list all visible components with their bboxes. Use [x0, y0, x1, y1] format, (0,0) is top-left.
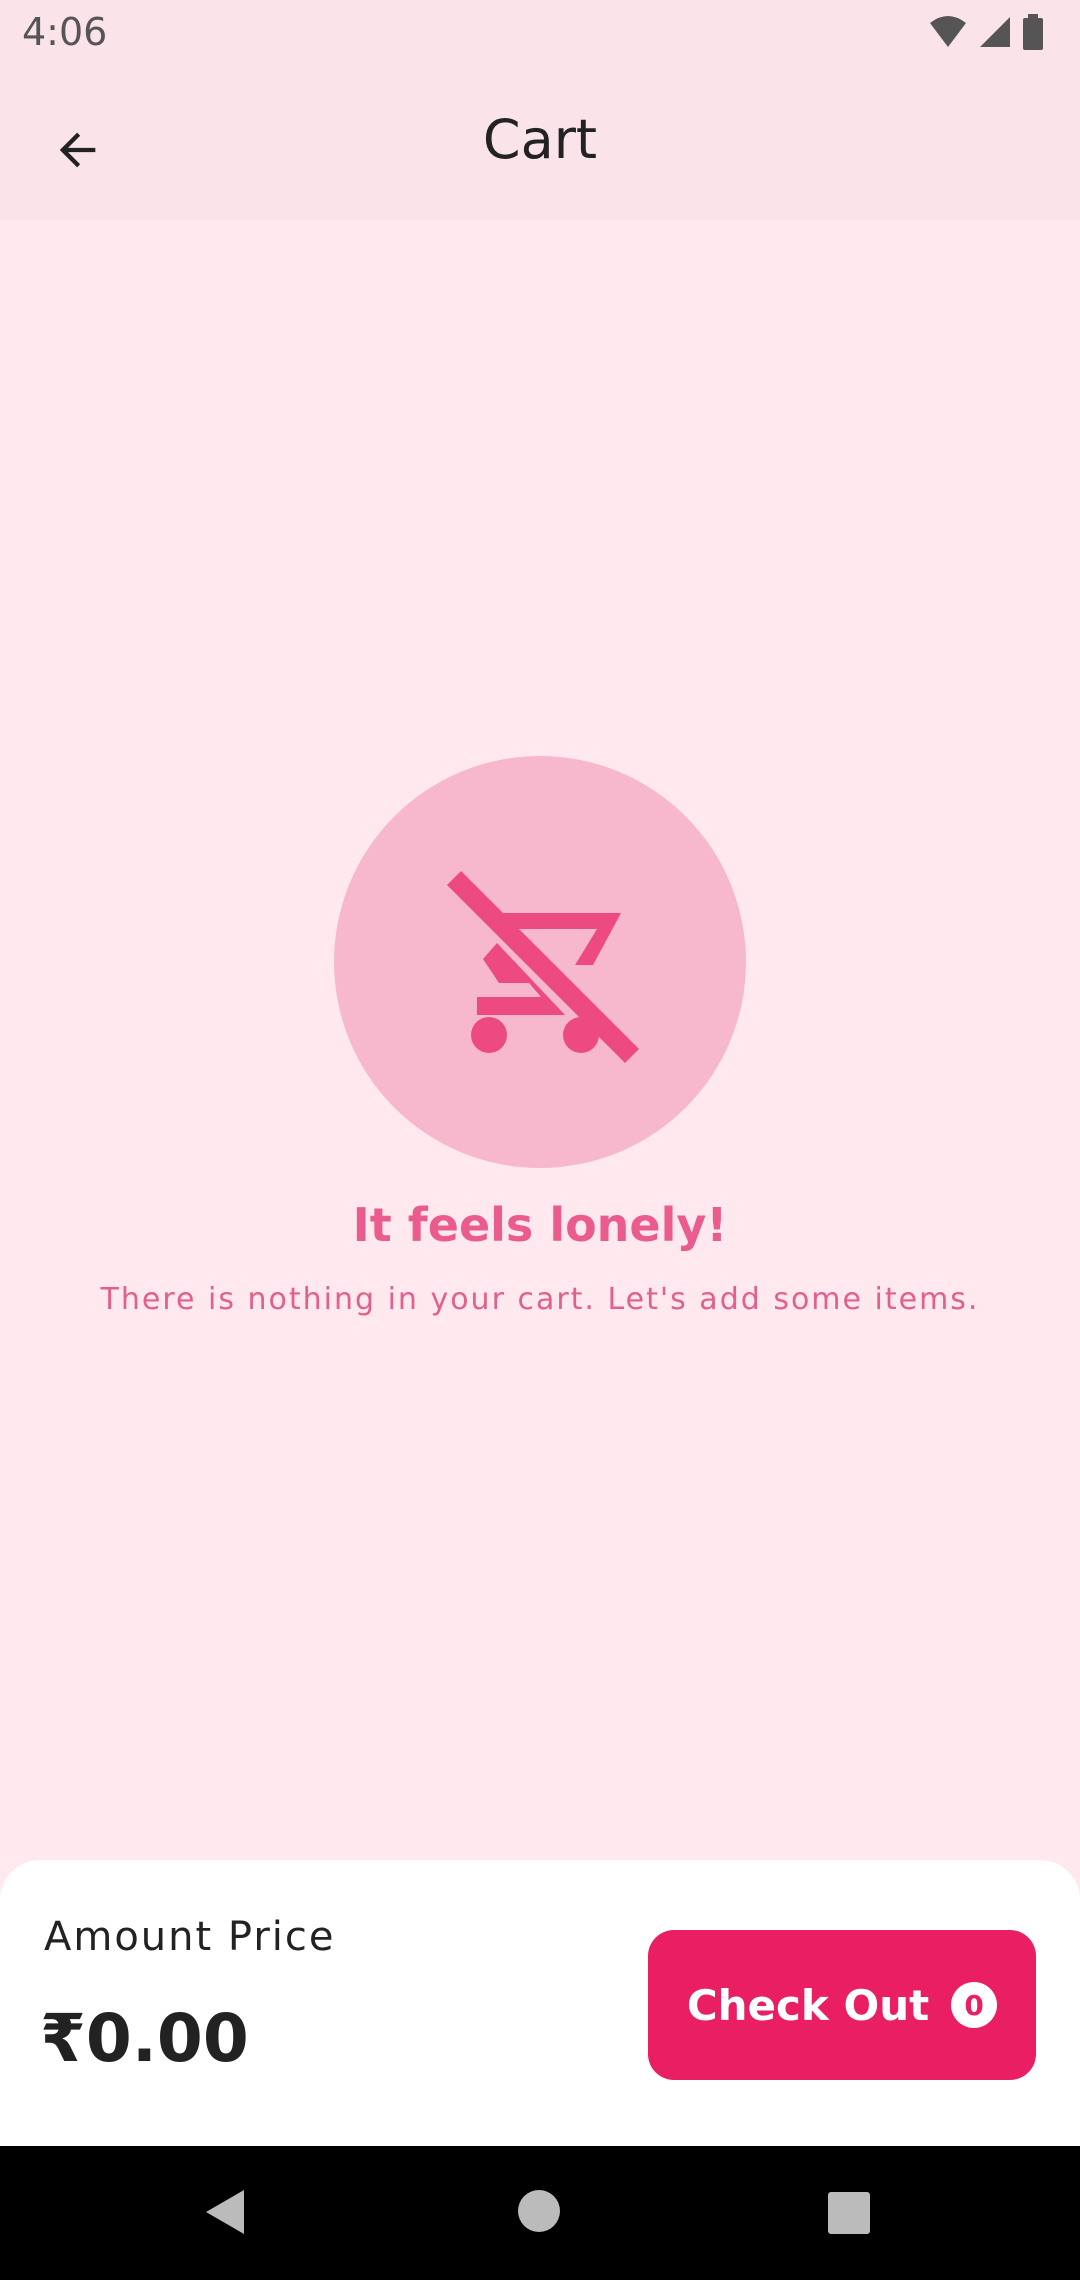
- empty-state-title: It feels lonely!: [352, 1198, 728, 1252]
- wifi-icon: [930, 16, 966, 47]
- nav-back-icon[interactable]: [204, 2188, 248, 2236]
- remove-shopping-cart-icon: [447, 871, 639, 1063]
- nav-recents-icon[interactable]: [828, 2192, 870, 2234]
- nav-home-icon[interactable]: [518, 2190, 560, 2232]
- system-nav-bar: [0, 2146, 1080, 2280]
- battery-icon: [1023, 14, 1043, 50]
- status-icons: [928, 14, 1044, 50]
- empty-cart-illustration: [334, 756, 746, 1168]
- checkout-panel: Amount Price ₹0.00 Check Out 0: [0, 1860, 1080, 2146]
- empty-state-subtitle: There is nothing in your cart. Let's add…: [100, 1282, 980, 1317]
- checkout-label: Check Out: [686, 1980, 930, 2030]
- cell-signal-icon: [980, 17, 1010, 47]
- checkout-button[interactable]: Check Out 0: [648, 1930, 1036, 2080]
- cart-count-badge: 0: [951, 1982, 998, 2028]
- app-bar: Cart: [0, 66, 1080, 220]
- status-time: 4:06: [22, 10, 108, 54]
- amount-value: ₹0.00: [40, 2000, 249, 2077]
- status-bar: 4:06: [0, 0, 1080, 66]
- amount-label: Amount Price: [44, 1914, 336, 1960]
- page-title: Cart: [482, 108, 598, 171]
